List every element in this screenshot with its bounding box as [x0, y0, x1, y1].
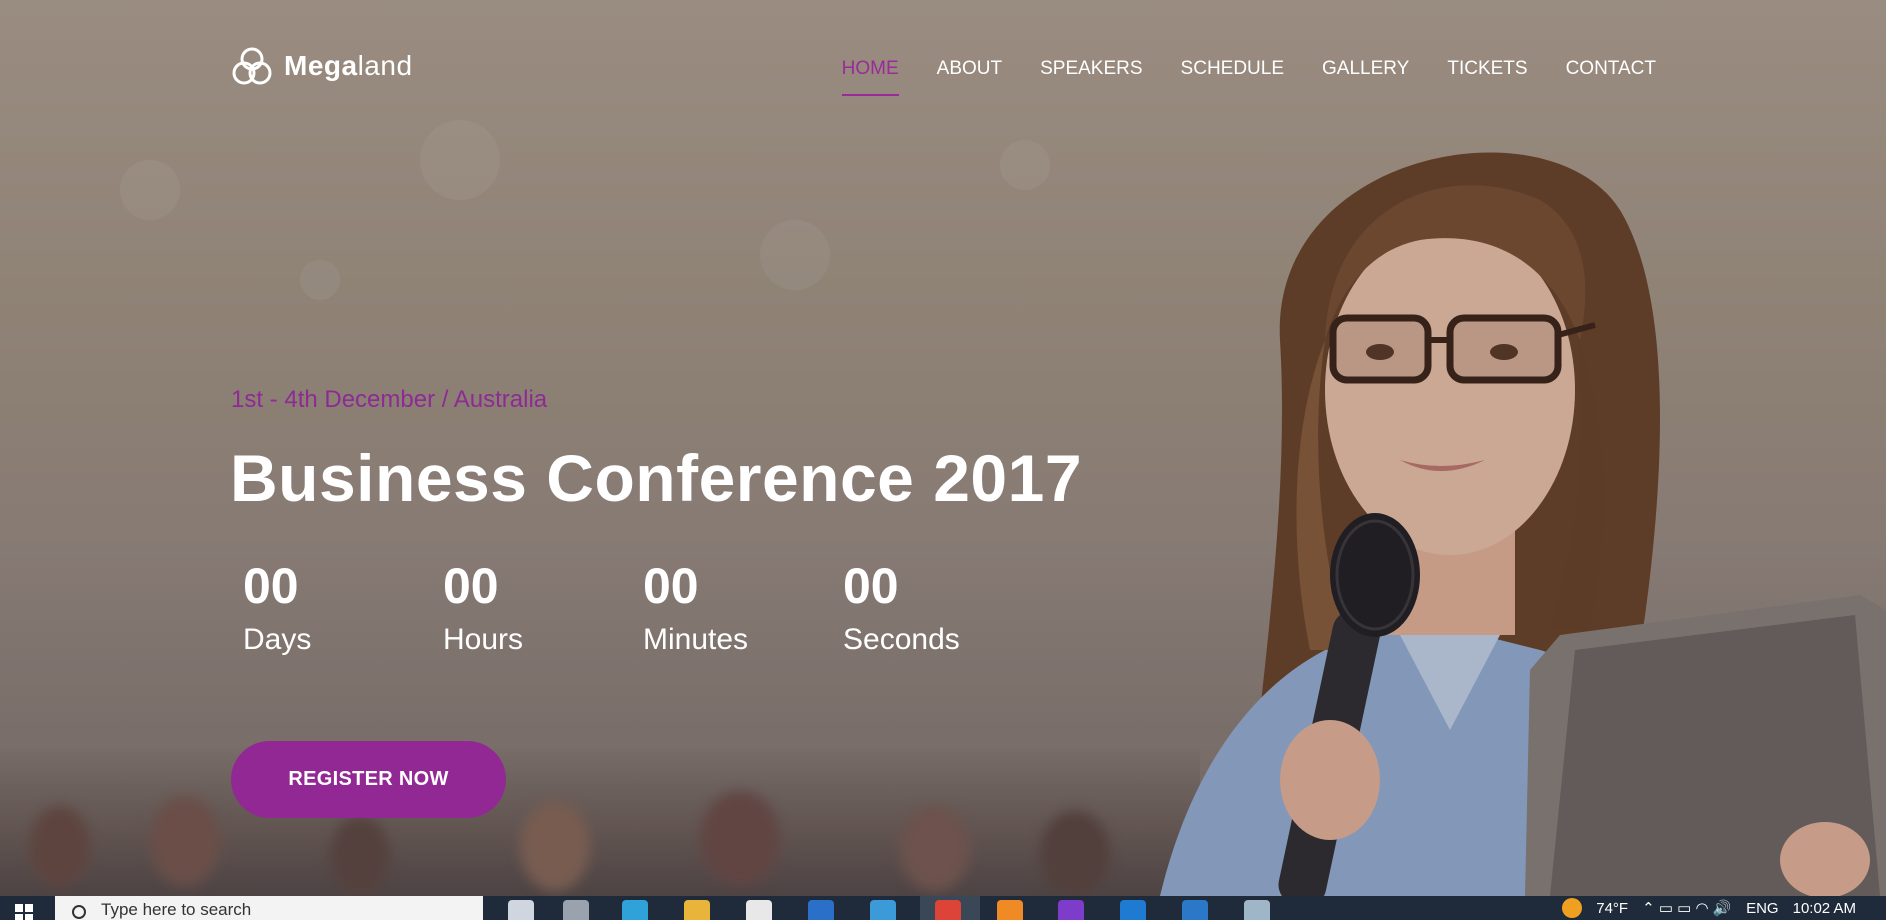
nav-schedule[interactable]: SCHEDULE — [1181, 58, 1284, 96]
weather-temp[interactable]: 74°F — [1596, 900, 1628, 917]
app-icon[interactable] — [870, 900, 896, 920]
register-now-button[interactable]: REGISTER NOW — [231, 741, 506, 818]
search-icon — [72, 905, 86, 919]
firefox-icon[interactable] — [997, 900, 1023, 920]
countdown-minutes-label: Minutes — [643, 623, 749, 656]
file-explorer-icon[interactable] — [684, 900, 710, 920]
start-button[interactable] — [0, 896, 48, 920]
nav-speakers[interactable]: SPEAKERS — [1040, 58, 1142, 96]
megaland-logo-icon — [232, 47, 272, 85]
countdown-days: 00 Days — [243, 556, 443, 664]
app-icon[interactable] — [1182, 900, 1208, 920]
page-title: Business Conference 2017 — [230, 441, 1083, 515]
chrome-icon[interactable] — [935, 900, 961, 920]
tray-icons[interactable]: ⌃ ▭ ▭ ◠ 🔊 — [1642, 899, 1732, 917]
clock[interactable]: 10:02 AM — [1793, 900, 1856, 917]
windows-logo-icon — [15, 904, 33, 920]
countdown-timer: 00 Days 00 Hours 00 Minutes 00 Seconds — [243, 556, 1043, 664]
system-tray: 74°F ⌃ ▭ ▭ ◠ 🔊 ENG 10:02 AM — [1562, 896, 1886, 920]
nav-home[interactable]: HOME — [841, 58, 899, 96]
countdown-days-label: Days — [243, 623, 312, 656]
windows-taskbar: Type here to search 74°F ⌃ ▭ ▭ ◠ 🔊 ENG 1… — [0, 896, 1886, 920]
countdown-hours-value: 00 — [443, 558, 499, 614]
countdown-minutes-value: 00 — [643, 558, 699, 614]
countdown-hours-label: Hours — [443, 623, 524, 656]
countdown-minutes: 00 Minutes — [643, 556, 843, 664]
task-view-icon[interactable] — [563, 900, 589, 920]
brand-name: Megaland — [284, 50, 413, 82]
countdown-seconds: 00 Seconds — [843, 556, 1043, 664]
edge-icon[interactable] — [622, 900, 648, 920]
nav-tickets[interactable]: TICKETS — [1447, 58, 1527, 96]
nav-gallery[interactable]: GALLERY — [1322, 58, 1409, 96]
app-icon[interactable] — [1058, 900, 1084, 920]
countdown-days-value: 00 — [243, 558, 299, 614]
brand-logo[interactable]: Megaland — [230, 44, 413, 88]
mail-icon[interactable] — [808, 900, 834, 920]
event-date-location: 1st - 4th December / Australia — [231, 386, 548, 413]
app-icon[interactable] — [1244, 900, 1270, 920]
language-indicator[interactable]: ENG — [1746, 900, 1779, 917]
weather-icon[interactable] — [1562, 898, 1583, 918]
brand-name-light: land — [357, 50, 413, 81]
cortana-icon[interactable] — [508, 900, 534, 920]
countdown-hours: 00 Hours — [443, 556, 643, 664]
taskbar-search[interactable]: Type here to search — [55, 896, 483, 920]
taskbar-search-placeholder: Type here to search — [101, 900, 252, 919]
main-nav: HOME ABOUT SPEAKERS SCHEDULE GALLERY TIC… — [841, 58, 1656, 96]
countdown-seconds-label: Seconds — [843, 623, 960, 656]
nav-contact[interactable]: CONTACT — [1566, 58, 1656, 96]
brand-name-bold: Mega — [284, 50, 358, 81]
countdown-seconds-value: 00 — [843, 558, 899, 614]
store-icon[interactable] — [746, 900, 772, 920]
vscode-icon[interactable] — [1120, 900, 1146, 920]
nav-about[interactable]: ABOUT — [937, 58, 1002, 96]
